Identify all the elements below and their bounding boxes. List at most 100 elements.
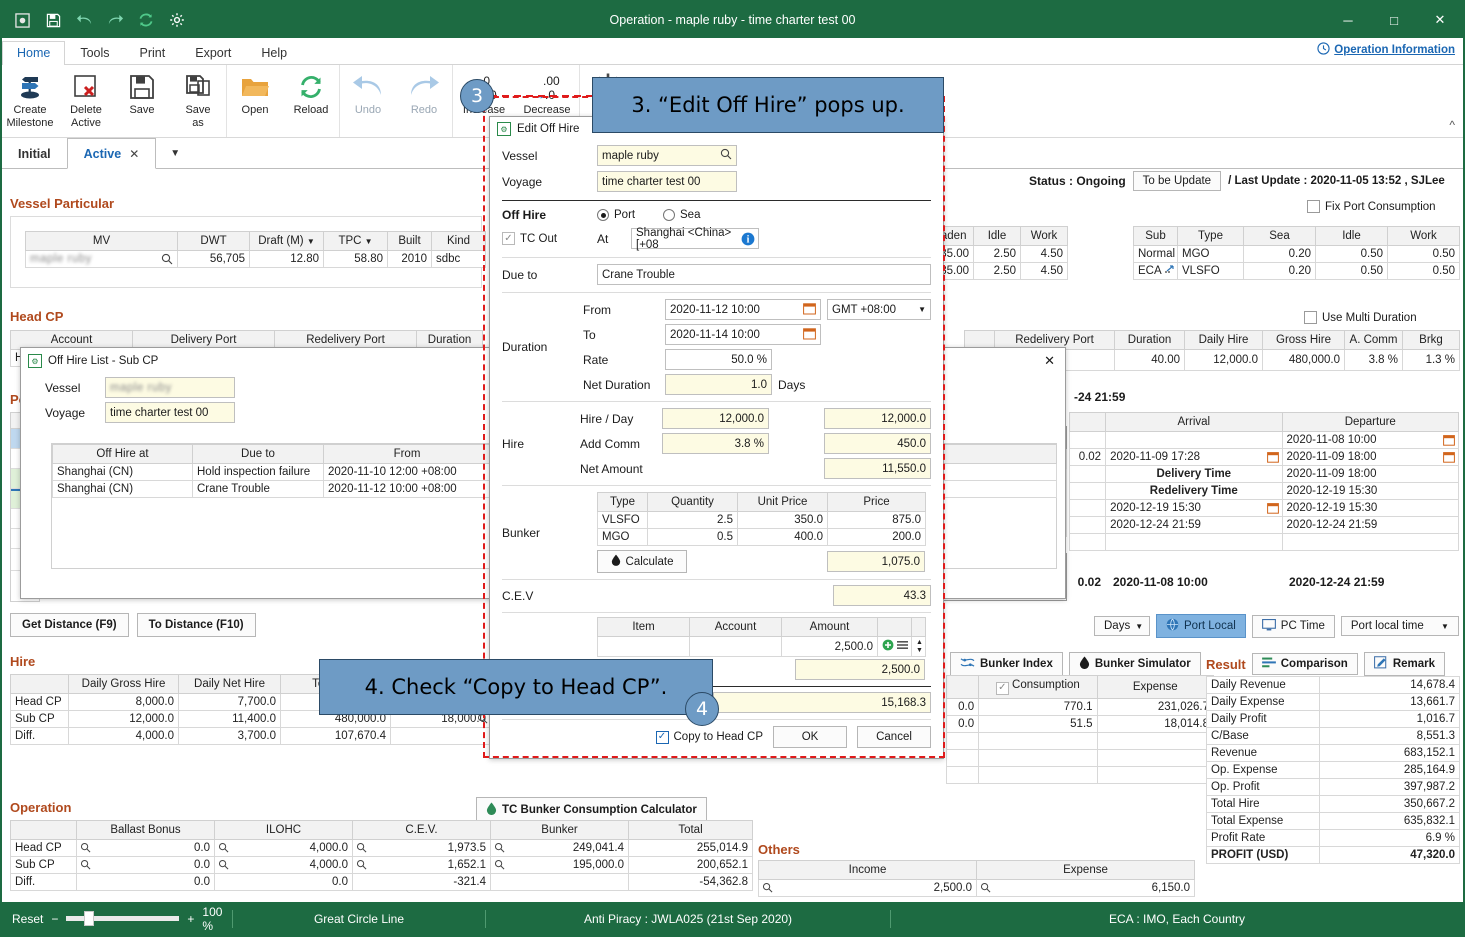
zoom-slider[interactable] — [66, 911, 180, 926]
result-row-value[interactable]: 8,551.3 — [1319, 727, 1460, 745]
search-icon[interactable] — [980, 882, 991, 896]
cell-total[interactable]: -54,362.8 — [628, 873, 753, 891]
cell-blank[interactable]: 0.0 — [945, 714, 980, 733]
cell-delivery-time-value[interactable]: 2020-11-09 18:00 — [1281, 465, 1460, 483]
close-button[interactable]: ✕ — [1417, 2, 1463, 38]
create-milestone-button[interactable]: Create Milestone — [2, 65, 58, 137]
cell-departure[interactable] — [1281, 533, 1460, 551]
undo-icon[interactable] — [70, 7, 98, 33]
cell-departure[interactable]: 2020-11-09 18:00 — [1281, 448, 1460, 466]
undo-button[interactable]: Undo — [340, 65, 396, 137]
cell-consumption[interactable]: 770.1 — [978, 697, 1098, 716]
calendar-icon[interactable] — [1443, 451, 1455, 465]
cell-off-hire-at[interactable]: Shanghai (CN) — [52, 480, 193, 498]
cell-from[interactable]: 2020-11-10 12:00 +08:00 — [323, 463, 491, 481]
calendar-icon[interactable] — [1443, 434, 1455, 448]
maximize-button[interactable]: □ — [1371, 2, 1417, 38]
redo-icon[interactable] — [101, 7, 129, 33]
fix-port-consumption-checkbox[interactable]: Fix Port Consumption — [1307, 200, 1436, 216]
menu-item-home[interactable]: Home — [2, 41, 66, 65]
cell-departure[interactable]: 2020-12-19 15:30 — [1281, 499, 1460, 517]
save-icon[interactable] — [39, 7, 67, 33]
cell-due-to[interactable]: Crane Trouble — [192, 480, 324, 498]
cell-work[interactable]: 4.50 — [1020, 262, 1068, 280]
cell-cev[interactable]: -321.4 — [352, 873, 491, 891]
reload-button[interactable]: Reload — [283, 65, 339, 137]
comparison-button[interactable]: Comparison — [1251, 653, 1358, 675]
table-row[interactable]: 2020-12-19 15:30 2020-12-19 15:30 — [1068, 499, 1460, 517]
offhire-list-modal-close-icon[interactable]: ✕ — [1044, 353, 1055, 369]
cell-bunker[interactable]: 195,000.0 — [490, 856, 629, 874]
table-row[interactable]: Delivery Time 2020-11-09 18:00 — [1068, 465, 1460, 483]
search-icon[interactable] — [80, 859, 91, 873]
ribbon-collapse-chevron-icon[interactable]: ^ — [1449, 118, 1455, 132]
consumption-checkbox[interactable]: ✓ — [995, 681, 1009, 695]
cell-ballast-bonus[interactable]: 0.0 — [76, 839, 215, 857]
table-row[interactable]: Head CP 0.0 4,000.0 1,973.5 249,041.4 25… — [10, 839, 753, 857]
cell-arrival[interactable]: 2020-11-09 17:28 — [1105, 448, 1283, 466]
settings-icon[interactable] — [8, 7, 36, 33]
table-row[interactable]: 35.00 2.50 4.50 — [927, 245, 1068, 263]
cell-cev[interactable]: 1,652.1 — [352, 856, 491, 874]
tab-overflow-chevron-down-icon[interactable]: ▼ — [156, 142, 194, 165]
offhire-list-vessel-field[interactable]: maple ruby — [105, 377, 235, 398]
bunker-index-button[interactable]: Bunker Index — [950, 652, 1063, 676]
cell-ilohc[interactable]: 4,000.0 — [214, 856, 353, 874]
pc-time-button[interactable]: PC Time — [1251, 614, 1335, 638]
table-row[interactable]: 2020-11-08 10:00 — [1068, 431, 1460, 449]
table-row[interactable]: 2020-12-24 21:59 2020-12-24 21:59 — [1068, 516, 1460, 534]
table-row[interactable]: ECA VLSFO 0.20 0.50 0.50 — [1133, 262, 1460, 280]
use-multi-duration-checkbox[interactable]: Use Multi Duration — [1304, 311, 1417, 327]
cell-from[interactable]: 2020-11-12 10:00 +08:00 — [323, 480, 491, 498]
gear-icon[interactable] — [163, 7, 191, 33]
cell-sea[interactable]: 0.20 — [1243, 262, 1316, 280]
table-row[interactable]: 2,500.0 6,150.0 — [758, 879, 1195, 897]
table-row[interactable]: 0.02 2020-11-09 17:28 2020-11-09 18:00 — [1068, 448, 1460, 466]
menu-item-export[interactable]: Export — [180, 41, 246, 65]
bunker-simulator-button[interactable]: Bunker Simulator — [1068, 652, 1201, 676]
get-distance-button[interactable]: Get Distance (F9) — [10, 613, 129, 637]
cell-total[interactable]: 255,014.9 — [628, 839, 753, 857]
redo-button[interactable]: Redo — [396, 65, 452, 137]
cell-expense[interactable]: 231,026.7 — [1096, 697, 1215, 716]
cell-ilohc[interactable]: 4,000.0 — [214, 839, 353, 857]
cell-income[interactable]: 2,500.0 — [758, 879, 977, 897]
port-local-time-dropdown[interactable]: Port local time ▼ — [1340, 616, 1459, 636]
cell-a-comm[interactable]: 3.8 % — [1344, 349, 1403, 371]
cell-daily-net[interactable]: 7,700.0 — [178, 693, 281, 711]
search-icon[interactable] — [80, 842, 91, 856]
result-row-value[interactable]: 635,832.1 — [1319, 812, 1460, 830]
cell-off-hire-at[interactable]: Shanghai (CN) — [52, 463, 193, 481]
menu-item-tools[interactable]: Tools — [65, 41, 124, 65]
result-row-value[interactable]: 683,152.1 — [1319, 744, 1460, 762]
cell-arrival[interactable]: 2020-12-24 21:59 — [1105, 516, 1283, 534]
cell-cev[interactable]: 1,973.5 — [352, 839, 491, 857]
search-icon[interactable] — [218, 842, 229, 856]
cell-tpc[interactable]: 58.80 — [323, 250, 388, 268]
cell-idle[interactable]: 2.50 — [973, 245, 1021, 263]
tab-active[interactable]: Active ✕ — [66, 138, 157, 169]
minimize-button[interactable]: ─ — [1325, 2, 1371, 38]
table-row[interactable]: maple ruby 56,705 12.80 58.80 2010 sdbc — [25, 250, 486, 268]
result-row-value[interactable]: 350,667.2 — [1319, 795, 1460, 813]
days-dropdown[interactable]: Days ▼ — [1094, 616, 1150, 636]
result-row-value[interactable]: 397,987.2 — [1319, 778, 1460, 796]
search-icon[interactable] — [356, 842, 367, 856]
cell-kind[interactable]: sdbc — [431, 250, 486, 268]
cell-sub[interactable]: ECA — [1133, 262, 1178, 280]
cell-idle[interactable]: 0.50 — [1315, 262, 1388, 280]
cell-sea[interactable]: 0.20 — [1243, 245, 1316, 263]
search-icon[interactable] — [161, 253, 173, 267]
cell-work[interactable]: 0.50 — [1387, 262, 1460, 280]
zoom-slider-knob[interactable] — [84, 911, 95, 926]
operation-information-link[interactable]: Operation Information — [1317, 42, 1455, 58]
save-button[interactable]: Save — [114, 65, 170, 137]
cell-type[interactable]: VLSFO — [1177, 262, 1244, 280]
table-row[interactable]: Redelivery Time 2020-12-19 15:30 — [1068, 482, 1460, 500]
result-row-value[interactable]: 1,016.7 — [1319, 710, 1460, 728]
table-row[interactable]: 35.00 2.50 4.50 — [927, 262, 1068, 280]
cell-gross-hire[interactable]: 480,000.0 — [1262, 349, 1345, 371]
open-button[interactable]: Open — [227, 65, 283, 137]
cell-idle[interactable]: 2.50 — [973, 262, 1021, 280]
zoom-out-icon[interactable]: − — [51, 912, 58, 926]
